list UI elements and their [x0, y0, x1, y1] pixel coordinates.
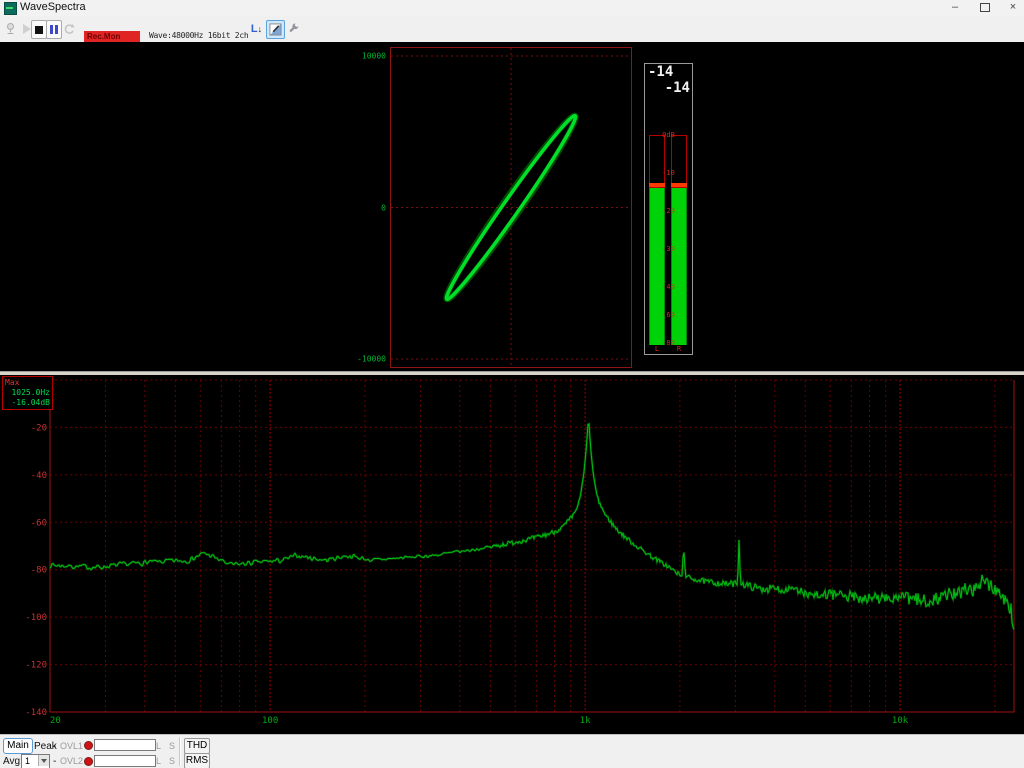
max-frequency: 1025.0Hz: [11, 388, 50, 397]
arrange-icon: L: [250, 22, 258, 35]
svg-text:-80: -80: [31, 566, 47, 576]
title-bar: WaveSpectra – ×: [0, 0, 1024, 17]
svg-text:-60: -60: [31, 518, 47, 528]
app-icon: [4, 2, 17, 15]
ovl2-led: [84, 757, 93, 766]
meter-scale: 0dB -10 -20 -30 -40 -60 -80: [645, 64, 692, 354]
svg-text:-120: -120: [25, 661, 47, 671]
max-readout: Max 1025.0Hz -16.04dB: [2, 376, 53, 410]
meter-scale-label: -80: [662, 339, 675, 347]
dash-1: -: [53, 741, 57, 752]
lissajous-tick-label: 0: [381, 203, 386, 212]
meter-scale-label: -30: [662, 245, 675, 253]
ovl1-input[interactable]: [94, 739, 156, 751]
spectrum-plot: 0dB-20-40-60-80-100-120-140201001k10k: [25, 376, 1016, 726]
pause-button[interactable]: [46, 20, 62, 39]
chevron-down-icon[interactable]: [38, 755, 49, 766]
svg-text:-140: -140: [25, 708, 47, 718]
l-button-1[interactable]: L: [156, 741, 161, 751]
ovl2-input[interactable]: [94, 755, 156, 767]
svg-text:10k: 10k: [892, 716, 909, 726]
svg-text:100: 100: [262, 716, 278, 726]
svg-text:20: 20: [50, 716, 61, 726]
bottom-control-bar: Main Peak - OVL1 L S THD Avg: 1 - OVL2 L…: [0, 734, 1024, 768]
wrench-icon: [289, 23, 298, 32]
wavespectra-window: WaveSpectra – × Rec.Mon Wave:48000Hz 16b…: [0, 0, 1024, 768]
dash-2: -: [53, 756, 57, 767]
arrange-windows-button[interactable]: L ↓: [248, 20, 265, 37]
lissajous-tick-label: -10000: [357, 354, 386, 364]
maximize-icon: [980, 2, 990, 12]
max-label: Max: [5, 378, 20, 387]
main-tab-button[interactable]: Main: [3, 738, 33, 754]
maximize-button[interactable]: [974, 0, 996, 15]
record-source-icon[interactable]: [3, 20, 18, 37]
rms-button[interactable]: RMS: [184, 753, 210, 768]
max-level: -16.04dB: [11, 398, 50, 407]
display-settings-button[interactable]: [266, 20, 285, 39]
display-pen-icon: [269, 23, 282, 36]
spectrum-grid: [49, 379, 1015, 713]
spectrum-panel: 0dB-20-40-60-80-100-120-140201001k10k Ma…: [0, 375, 1024, 734]
lissajous-plot: [390, 47, 632, 368]
stop-icon: [35, 25, 43, 34]
svg-text:-40: -40: [31, 471, 47, 481]
toolbar: Rec.Mon Wave:48000Hz 16bit 2ch FFT:32768…: [0, 16, 1024, 54]
lissajous-grid: [390, 47, 632, 368]
loop-button[interactable]: [62, 20, 75, 37]
svg-text:-100: -100: [25, 613, 47, 623]
svg-text:1k: 1k: [580, 716, 591, 726]
thd-button[interactable]: THD: [184, 738, 210, 754]
loop-icon: [64, 23, 75, 34]
window-title: WaveSpectra: [20, 1, 86, 13]
close-button[interactable]: ×: [1002, 0, 1024, 15]
play-icon: [22, 23, 31, 34]
ovl1-label: OVL1: [60, 741, 84, 751]
scope-panel: 10000 0 -10000 -14 -14 LR 0dB -10 -20 -30 -40-…: [0, 42, 1024, 371]
stop-button[interactable]: [31, 20, 47, 39]
avg-label: Avg:: [3, 756, 23, 767]
s-button-2[interactable]: S: [169, 756, 175, 766]
pause-icon: [50, 25, 53, 34]
separator: [179, 737, 180, 766]
settings-button[interactable]: [285, 20, 301, 37]
meter-scale-label: -60: [662, 311, 675, 319]
minimize-button[interactable]: –: [944, 0, 966, 15]
meter-scale-label: -40: [662, 283, 675, 291]
microphone-icon: [7, 22, 14, 34]
meter-scale-label: 0dB: [662, 131, 675, 139]
avg-select[interactable]: 1: [21, 754, 50, 768]
lissajous-tick-label: 10000: [361, 51, 386, 61]
s-button-1[interactable]: S: [169, 741, 175, 751]
svg-text:-20: -20: [31, 423, 47, 433]
meter-scale-label: -20: [662, 207, 675, 215]
l-button-2[interactable]: L: [156, 756, 161, 766]
level-meter: -14 -14 LR 0dB -10 -20 -30 -40 -60 -80: [644, 63, 693, 355]
ovl2-label: OVL2: [60, 756, 84, 766]
avg-value: 1: [25, 756, 31, 766]
meter-scale-label: -10: [662, 169, 675, 177]
ovl1-led: [84, 741, 93, 750]
